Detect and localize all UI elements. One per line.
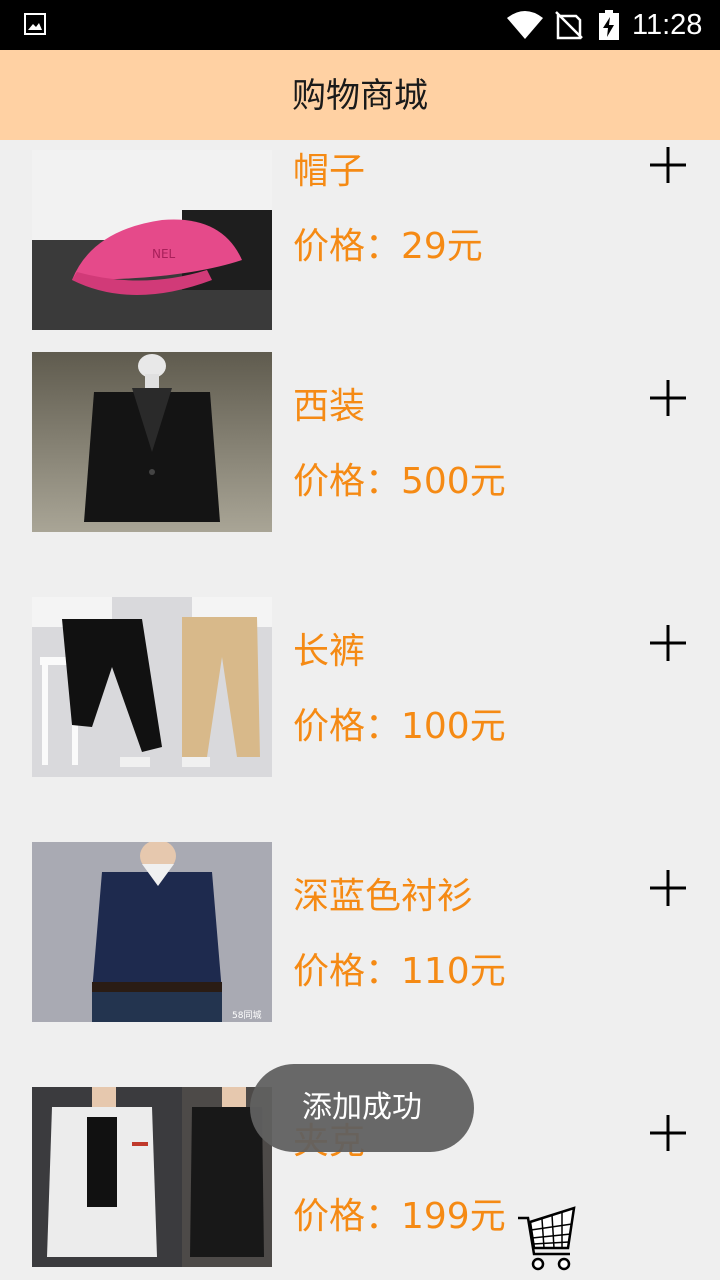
product-image-shirt: 58同城 [32, 842, 272, 1022]
shopping-cart-icon[interactable] [514, 1204, 584, 1272]
product-image-suit [32, 352, 272, 532]
image-icon [24, 13, 46, 35]
product-price: 价格：29元 [293, 226, 483, 267]
product-price: 价格：110元 [293, 951, 506, 992]
battery-charging-icon [599, 10, 619, 40]
add-to-cart-icon[interactable] [646, 143, 690, 187]
product-image-pants [32, 597, 272, 777]
svg-text:NEL: NEL [152, 247, 176, 261]
product-price: 价格：500元 [293, 461, 506, 502]
app-bar: 购物商城 [0, 50, 720, 140]
product-image-cap: NEL [32, 150, 272, 330]
product-name: 西装 [293, 386, 366, 427]
status-time: 11:28 [632, 9, 703, 41]
product-price: 价格：100元 [293, 706, 506, 747]
product-name: 深蓝色衬衫 [293, 876, 474, 917]
svg-text:58同城: 58同城 [232, 1010, 261, 1021]
list-item: NEL 帽子 价格：29元 [0, 140, 720, 330]
wifi-icon [507, 11, 543, 39]
page-title: 购物商城 [292, 76, 428, 116]
add-to-cart-icon[interactable] [646, 376, 690, 420]
add-to-cart-icon[interactable] [646, 1111, 690, 1155]
list-item: 58同城 深蓝色衬衫 价格：110元 [0, 800, 720, 1045]
list-item: 长裤 价格：100元 [0, 555, 720, 800]
add-to-cart-icon[interactable] [646, 866, 690, 910]
product-image-jacket [32, 1087, 272, 1267]
toast-message: 添加成功 [250, 1064, 474, 1152]
add-to-cart-icon[interactable] [646, 621, 690, 665]
status-bar: 11:28 [0, 0, 720, 50]
list-item: 西装 价格：500元 [0, 310, 720, 555]
product-price: 价格：199元 [293, 1196, 506, 1237]
product-name: 长裤 [293, 631, 366, 672]
signal-icon [555, 11, 583, 40]
product-name: 帽子 [293, 151, 366, 192]
